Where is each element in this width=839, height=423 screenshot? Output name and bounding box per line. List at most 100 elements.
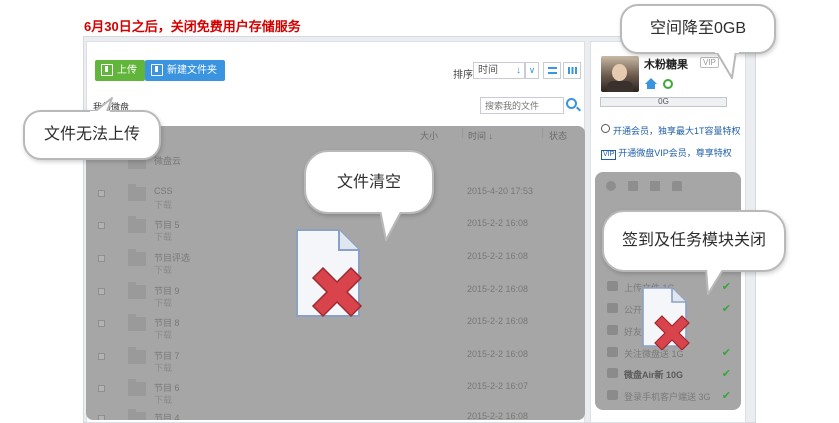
sort-dropdown-chevron-icon[interactable]: ∨ bbox=[525, 62, 539, 79]
callout-upload-disabled-text: 文件无法上传 bbox=[43, 126, 140, 143]
callout-tasks-closed: 签到及任务模块关闭 bbox=[602, 210, 786, 272]
new-folder-button[interactable]: 新建文件夹 bbox=[145, 60, 225, 81]
check-icon: ✔ bbox=[721, 390, 731, 402]
vip-promo-link[interactable]: VIP 开通微盘VIP会员，尊享特权 bbox=[601, 146, 732, 160]
new-folder-icon bbox=[151, 64, 163, 76]
download-link[interactable]: 下载 bbox=[154, 296, 172, 309]
new-folder-button-label: 新建文件夹 bbox=[167, 65, 217, 76]
upload-button[interactable]: 上传 bbox=[95, 60, 145, 81]
member-promo-text: 开通会员，独享最大1T容量特权 bbox=[613, 126, 741, 136]
row-checkbox[interactable] bbox=[98, 190, 105, 197]
file-name[interactable]: CSS bbox=[154, 186, 173, 196]
share-task-icon bbox=[607, 303, 618, 313]
table-row[interactable]: 节目 4 2015-2-2 16:08 bbox=[86, 408, 585, 420]
avatar[interactable] bbox=[601, 56, 639, 92]
vip-promo-text: 开通微盘VIP会员，尊享特权 bbox=[618, 148, 732, 158]
deleted-file-icon bbox=[642, 287, 690, 350]
row-checkbox[interactable] bbox=[98, 320, 105, 327]
download-link[interactable]: 下载 bbox=[154, 361, 172, 374]
home-icon[interactable] bbox=[645, 78, 657, 89]
flag-icon[interactable] bbox=[650, 181, 660, 191]
folder-icon bbox=[128, 249, 146, 266]
deleted-file-icon bbox=[296, 229, 363, 318]
file-time: 2015-2-2 16:07 bbox=[467, 381, 529, 391]
follow-task-icon bbox=[607, 347, 618, 357]
member-promo-link[interactable]: 开通会员，独享最大1T容量特权 bbox=[601, 124, 741, 137]
bag-icon[interactable] bbox=[672, 181, 682, 191]
desktop-task-icon bbox=[607, 368, 618, 378]
download-link[interactable]: 下载 bbox=[154, 393, 172, 406]
row-checkbox[interactable] bbox=[98, 353, 105, 360]
grid-view-button[interactable] bbox=[563, 62, 581, 79]
sort-select-value: 时间 bbox=[478, 65, 498, 76]
task-item[interactable]: 登录手机客户端送 3G ✔ bbox=[595, 385, 741, 407]
file-time: 2015-2-2 16:08 bbox=[467, 251, 529, 261]
folder-icon bbox=[128, 282, 146, 299]
callout-tail bbox=[379, 208, 403, 241]
download-link[interactable]: 下载 bbox=[154, 263, 172, 276]
trash-icon[interactable] bbox=[628, 181, 638, 191]
file-time: 2015-2-2 16:08 bbox=[467, 411, 529, 420]
column-separator bbox=[462, 128, 463, 138]
upload-icon bbox=[101, 64, 113, 76]
column-header-status[interactable]: 状态 bbox=[549, 129, 567, 142]
gear-icon[interactable] bbox=[606, 181, 616, 191]
row-checkbox[interactable] bbox=[98, 415, 105, 420]
folder-icon bbox=[128, 409, 146, 420]
callout-tasks-closed-text: 签到及任务模块关闭 bbox=[621, 232, 766, 249]
list-view-icon bbox=[548, 67, 557, 74]
download-link[interactable]: 下载 bbox=[154, 198, 172, 211]
file-time: 2015-2-2 16:08 bbox=[467, 316, 529, 326]
column-header-time[interactable]: 时间 ↓ bbox=[468, 129, 493, 142]
sort-select[interactable]: 时间 ↓ bbox=[473, 62, 525, 79]
check-icon: ✔ bbox=[721, 303, 731, 315]
check-icon: ✔ bbox=[721, 347, 731, 359]
file-time: 2015-2-2 16:08 bbox=[467, 218, 529, 228]
folder-icon bbox=[128, 347, 146, 364]
folder-icon bbox=[128, 216, 146, 233]
row-checkbox[interactable] bbox=[98, 288, 105, 295]
download-link[interactable]: 下载 bbox=[154, 230, 172, 243]
search-input[interactable] bbox=[480, 97, 564, 114]
callout-tail bbox=[90, 97, 113, 114]
task-item[interactable]: 微盘Air新 10G ✔ bbox=[595, 363, 741, 385]
upload-task-icon bbox=[607, 281, 618, 291]
check-icon: ✔ bbox=[721, 368, 731, 380]
callout-files-cleared-text: 文件清空 bbox=[336, 174, 401, 191]
table-row[interactable]: 节目 6 下载 2015-2-2 16:07 bbox=[86, 378, 585, 410]
list-view-button[interactable] bbox=[543, 62, 561, 79]
headline-notice: 6月30日之后，关闭免费用户存储服务 bbox=[84, 19, 301, 34]
vip-promo-badge: VIP bbox=[601, 150, 617, 160]
file-name[interactable]: 节目 4 bbox=[154, 411, 180, 420]
column-header-size[interactable]: 大小 bbox=[420, 129, 438, 142]
mobile-task-icon bbox=[607, 390, 618, 400]
friends-task-icon bbox=[607, 325, 618, 335]
task-label: 登录手机客户端送 3G bbox=[624, 392, 711, 402]
sort-label: 排序 bbox=[453, 70, 473, 81]
download-link[interactable]: 下载 bbox=[154, 328, 172, 341]
folder-icon bbox=[128, 379, 146, 396]
row-checkbox[interactable] bbox=[98, 385, 105, 392]
grid-view-icon bbox=[568, 67, 577, 74]
table-row[interactable]: 节目 7 下载 2015-2-2 16:08 bbox=[86, 346, 585, 378]
folder-icon bbox=[128, 184, 146, 201]
callout-storage-zero: 空间降至0GB bbox=[620, 4, 776, 54]
callout-upload-disabled: 文件无法上传 bbox=[23, 110, 161, 160]
search-icon[interactable] bbox=[566, 98, 577, 109]
friends-icon[interactable] bbox=[663, 79, 673, 89]
callout-tail bbox=[704, 266, 726, 295]
upload-button-label: 上传 bbox=[117, 65, 137, 76]
row-checkbox[interactable] bbox=[98, 255, 105, 262]
file-time: 2015-4-20 17:53 bbox=[467, 186, 534, 196]
callout-files-cleared: 文件清空 bbox=[304, 150, 434, 214]
user-name[interactable]: 木粉糖果 bbox=[644, 56, 688, 72]
sort-direction-icon: ↓ bbox=[516, 65, 521, 76]
task-label: 微盘Air新 10G bbox=[624, 370, 684, 380]
column-separator bbox=[542, 128, 543, 138]
file-name[interactable]: 微盘云 bbox=[154, 154, 181, 167]
callout-storage-zero-text: 空间降至0GB bbox=[649, 20, 747, 37]
file-time: 2015-2-2 16:08 bbox=[467, 284, 529, 294]
row-checkbox[interactable] bbox=[98, 222, 105, 229]
storage-text: 0G bbox=[658, 97, 669, 106]
file-time: 2015-2-2 16:08 bbox=[467, 349, 529, 359]
